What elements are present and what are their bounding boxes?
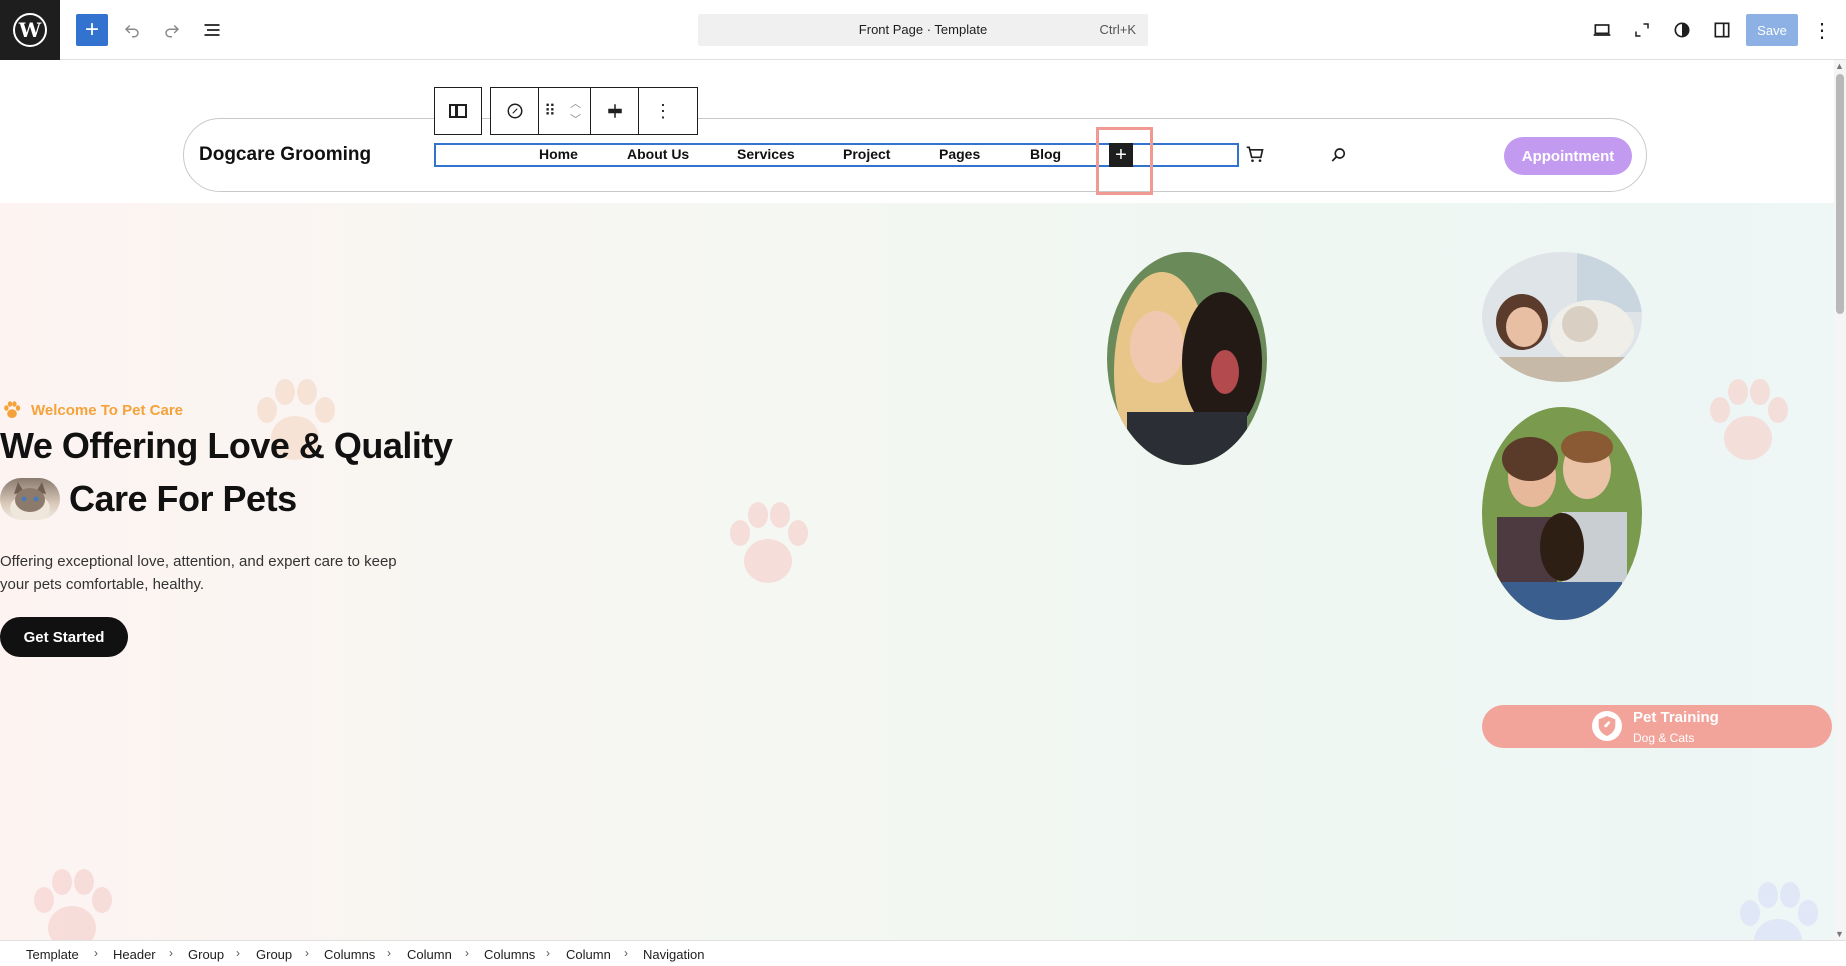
search-button[interactable] xyxy=(1330,146,1348,169)
chevron-right-icon: › xyxy=(546,946,550,960)
fullscreen-icon xyxy=(1635,23,1649,37)
command-shortcut: Ctrl+K xyxy=(1099,22,1136,37)
paw-decoration-icon xyxy=(34,869,112,940)
save-button[interactable]: Save xyxy=(1746,14,1798,46)
breadcrumb-item[interactable]: Columns xyxy=(484,947,535,962)
chevron-right-icon: › xyxy=(94,946,98,960)
hero-description-line-1: Offering exceptional love, attention, an… xyxy=(0,553,397,570)
compass-icon xyxy=(507,103,522,119)
styles-contrast-icon xyxy=(1674,22,1690,38)
navigation-block-button[interactable] xyxy=(491,88,539,134)
block-breadcrumb: Template › Header › Group › Group › Colu… xyxy=(0,940,1846,966)
move-up-down-buttons[interactable]: ︿ ﹀ xyxy=(561,88,591,134)
breadcrumb-item[interactable]: Header xyxy=(113,947,156,962)
scroll-up-arrow-icon[interactable]: ▲ xyxy=(1835,61,1844,71)
drag-handle[interactable]: ⠿ xyxy=(539,88,561,134)
nav-item-home[interactable]: Home xyxy=(539,146,578,162)
command-palette-button[interactable]: Front Page · Template Ctrl+K xyxy=(698,14,1148,46)
more-vertical-icon: ⋮ xyxy=(1812,19,1832,42)
drag-handle-icon: ⠿ xyxy=(544,103,556,120)
fullscreen-button[interactable] xyxy=(1626,14,1658,46)
cat-thumbnail-image xyxy=(0,478,60,520)
nav-item-services[interactable]: Services xyxy=(737,146,795,162)
breadcrumb-item[interactable]: Template xyxy=(26,947,79,962)
breadcrumb-item[interactable]: Group xyxy=(256,947,292,962)
search-icon xyxy=(1331,148,1346,162)
couple-with-dog-image xyxy=(1482,407,1642,620)
desktop-view-icon xyxy=(1593,24,1611,36)
highlight-box xyxy=(1096,127,1153,195)
chevron-right-icon: › xyxy=(465,946,469,960)
site-title[interactable]: Dogcare Grooming xyxy=(199,144,371,166)
wordpress-logo-button[interactable]: W xyxy=(0,0,60,60)
paw-icon xyxy=(4,401,21,418)
hero-heading-line-2: Care For Pets xyxy=(69,478,297,519)
block-options-button[interactable]: ⋮ xyxy=(639,88,687,134)
breadcrumb-item[interactable]: Column xyxy=(566,947,611,962)
redo-icon xyxy=(165,24,180,38)
scrollbar-thumb[interactable] xyxy=(1836,74,1844,314)
paw-decoration-icon xyxy=(730,502,808,583)
chevron-down-icon[interactable]: ﹀ xyxy=(570,111,581,127)
sidebar-icon xyxy=(1714,22,1730,38)
breadcrumb-item[interactable]: Group xyxy=(188,947,224,962)
nav-item-blog[interactable]: Blog xyxy=(1030,146,1061,162)
columns-block-icon xyxy=(449,104,467,118)
hero-heading-line-1: We Offering Love & Quality xyxy=(0,425,453,466)
breadcrumb-item[interactable]: Columns xyxy=(324,947,375,962)
paw-decoration-icon xyxy=(1710,379,1788,460)
woman-with-doberman-image xyxy=(1107,252,1267,465)
badge-subtitle: Dog & Cats xyxy=(1633,731,1695,745)
options-button[interactable]: ⋮ xyxy=(1806,14,1838,46)
justify-center-icon xyxy=(607,104,622,118)
get-started-button[interactable]: Get Started xyxy=(0,617,128,657)
redo-button[interactable] xyxy=(156,14,188,46)
device-preview-button[interactable] xyxy=(1586,14,1618,46)
nav-item-pages[interactable]: Pages xyxy=(939,146,980,162)
hero-kicker: Welcome To Pet Care xyxy=(31,402,183,419)
chevron-right-icon: › xyxy=(236,946,240,960)
shield-icon xyxy=(1592,711,1622,741)
nav-item-about-us[interactable]: About Us xyxy=(627,146,689,162)
girl-with-husky-image xyxy=(1482,252,1642,382)
undo-icon xyxy=(124,24,139,38)
parent-block-toolbar xyxy=(434,87,482,135)
editor-canvas: Dogcare Grooming ⠿ ︿ ﹀ ⋮ Home About Us S… xyxy=(0,60,1834,940)
undo-button[interactable] xyxy=(116,14,148,46)
select-parent-button[interactable] xyxy=(435,88,481,134)
hero-description: Offering exceptional love, attention, an… xyxy=(0,550,420,596)
canvas-scrollbar[interactable]: ▲ ▼ xyxy=(1834,60,1846,940)
list-view-button[interactable] xyxy=(196,14,228,46)
chevron-up-icon[interactable]: ︿ xyxy=(570,95,581,111)
more-vertical-icon: ⋮ xyxy=(654,100,672,121)
breadcrumb-item-current[interactable]: Navigation xyxy=(643,947,704,962)
badge-title: Pet Training xyxy=(1633,709,1719,726)
document-title: Front Page · Template xyxy=(858,22,988,37)
settings-sidebar-button[interactable] xyxy=(1706,14,1738,46)
chevron-right-icon: › xyxy=(305,946,309,960)
breadcrumb-item[interactable]: Column xyxy=(407,947,452,962)
justify-items-button[interactable] xyxy=(591,88,639,134)
chevron-right-icon: › xyxy=(624,946,628,960)
cart-icon xyxy=(1246,146,1264,162)
appointment-button[interactable]: Appointment xyxy=(1504,137,1632,175)
editor-top-bar: W + Front Page · Template Ctrl+K Save ⋮ xyxy=(0,0,1846,60)
nav-item-project[interactable]: Project xyxy=(843,146,890,162)
block-inserter-button[interactable]: + xyxy=(76,14,108,46)
cart-button[interactable] xyxy=(1245,144,1265,169)
chevron-right-icon: › xyxy=(387,946,391,960)
paw-decoration-icon xyxy=(1740,882,1818,940)
list-view-icon xyxy=(204,24,220,36)
scroll-down-arrow-icon[interactable]: ▼ xyxy=(1835,929,1844,939)
plus-icon: + xyxy=(84,16,99,43)
hero-description-line-2: your pets comfortable, healthy. xyxy=(0,576,204,593)
cat-image xyxy=(10,482,50,520)
wordpress-icon: W xyxy=(13,13,47,47)
chevron-right-icon: › xyxy=(169,946,173,960)
styles-button[interactable] xyxy=(1666,14,1698,46)
block-toolbar: ⠿ ︿ ﹀ ⋮ xyxy=(490,87,698,135)
pet-training-badge: Pet Training Dog & Cats xyxy=(1482,705,1832,748)
